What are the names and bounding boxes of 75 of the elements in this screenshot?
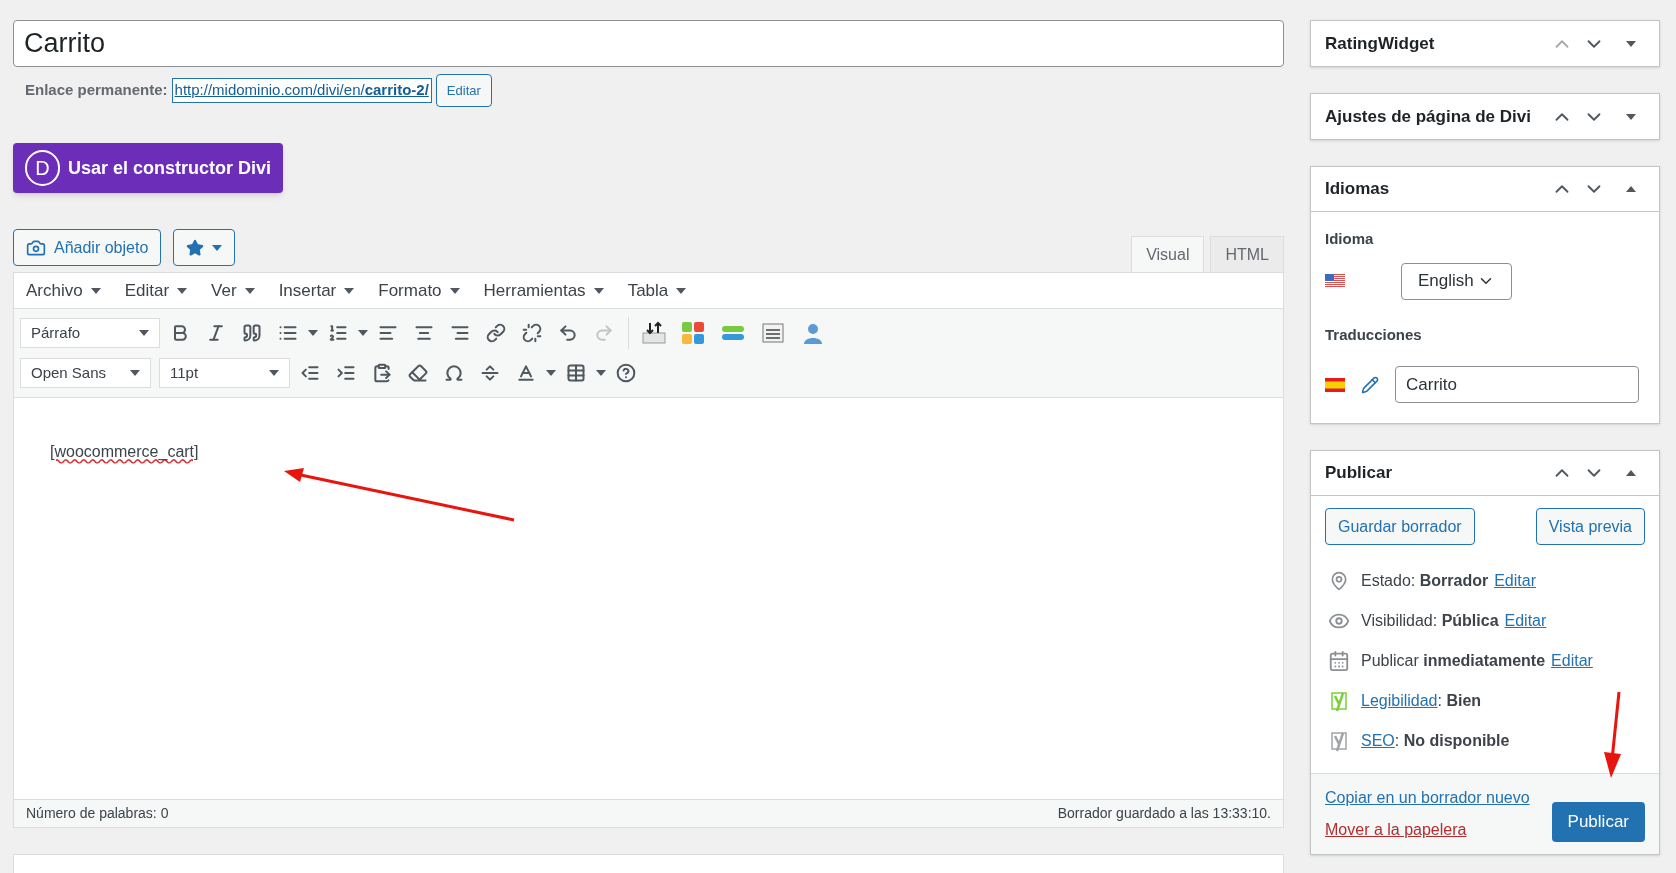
caret-icon xyxy=(546,370,556,376)
edit-link[interactable]: Editar xyxy=(1504,609,1547,633)
word-count: Número de palabras: 0 xyxy=(26,804,169,823)
menu-item[interactable]: Insertar xyxy=(278,277,355,304)
status-text: : Bien xyxy=(1437,691,1482,711)
import-export-icon[interactable] xyxy=(641,321,667,345)
rating-dropdown-button[interactable] xyxy=(173,229,236,266)
text-block-icon[interactable] xyxy=(761,322,785,344)
menu-item[interactable]: Archivo xyxy=(26,277,101,304)
menu-item[interactable]: Ver xyxy=(211,277,255,304)
caret-icon xyxy=(139,330,149,336)
caret-icon xyxy=(676,287,687,294)
edit-permalink-button[interactable]: Editar xyxy=(435,74,492,107)
toggle-bars-icon[interactable] xyxy=(721,323,745,343)
calendar-icon xyxy=(1328,650,1350,672)
field-label: Idioma xyxy=(1325,229,1375,249)
copy-draft-link[interactable]: Copiar en un borrador nuevo xyxy=(1325,786,1530,810)
pin-icon xyxy=(1329,571,1349,591)
autosave-status: Borrador guardado a las 13:33:10. xyxy=(1057,804,1271,823)
menu-item[interactable]: Tabla xyxy=(627,277,687,304)
caret-icon xyxy=(308,330,318,336)
trash-link[interactable]: Mover a la papelera xyxy=(1325,818,1530,842)
edit-translation-icon[interactable] xyxy=(1361,375,1379,394)
divi-builder-button[interactable]: D Usar el constructor Divi xyxy=(13,143,283,193)
status-text: Publicar inmediatamente xyxy=(1361,651,1546,671)
preview-button[interactable]: Vista previa xyxy=(1535,508,1645,545)
caret-icon xyxy=(358,330,368,336)
panel-title: Idiomas xyxy=(1325,178,1391,201)
save-draft-button[interactable]: Guardar borrador xyxy=(1325,508,1475,545)
menu-item[interactable]: Herramientas xyxy=(483,277,604,304)
menu-item[interactable]: Formato xyxy=(378,277,460,304)
font-size-select[interactable]: 11pt xyxy=(159,358,290,388)
field-label: Traducciones xyxy=(1325,324,1423,345)
caret-icon xyxy=(1626,113,1636,120)
edit-link[interactable]: Legibilidad xyxy=(1361,689,1438,713)
editor-tab[interactable]: HTML xyxy=(1210,236,1284,272)
caret-icon xyxy=(130,370,140,376)
caret-icon xyxy=(244,287,255,294)
status-text: : No disponible xyxy=(1394,731,1510,751)
translation-field[interactable]: Carrito xyxy=(1395,366,1639,403)
flag-icon xyxy=(1325,377,1345,392)
caret-icon xyxy=(90,287,101,294)
caret-icon xyxy=(1626,186,1636,192)
color-blocks-icon[interactable] xyxy=(681,321,705,345)
shortcode-text: [woocommerce_cart] xyxy=(50,443,199,460)
caret-icon xyxy=(1626,40,1636,47)
panel-title: RatingWidget xyxy=(1325,32,1436,55)
caret-icon xyxy=(596,370,606,376)
font-select[interactable]: Open Sans xyxy=(20,358,151,388)
publish-button[interactable]: Publicar xyxy=(1551,802,1645,842)
caret-icon xyxy=(269,370,279,376)
caret-icon xyxy=(344,287,355,294)
caret-icon xyxy=(177,287,188,294)
edit-link[interactable]: Editar xyxy=(1551,649,1593,673)
status-text: Visibilidad: Pública xyxy=(1361,611,1499,631)
permalink-label: Enlace permanente: xyxy=(25,80,168,101)
editor-tab[interactable]: Visual xyxy=(1131,236,1205,272)
panel-title: Ajustes de página de Divi xyxy=(1325,105,1532,128)
caret-icon xyxy=(1626,470,1636,476)
edit-link[interactable]: Editar xyxy=(1494,569,1536,593)
status-text: Estado: Borrador xyxy=(1361,571,1489,591)
language-select[interactable]: English xyxy=(1401,262,1512,300)
permalink-url[interactable]: http://midominio.com/divi/en/carrito-2/ xyxy=(171,78,432,103)
add-media-button[interactable]: Añadir objeto xyxy=(13,229,162,266)
panel-title: Publicar xyxy=(1325,462,1394,485)
edit-link[interactable]: SEO xyxy=(1361,729,1395,753)
title-field[interactable]: Carrito xyxy=(13,20,1284,67)
caret-icon xyxy=(593,287,604,294)
format-select[interactable]: Párrafo xyxy=(20,318,160,348)
menu-item[interactable]: Editar xyxy=(124,277,188,304)
caret-icon xyxy=(212,244,223,251)
star-icon xyxy=(186,238,205,257)
flag-icon xyxy=(1325,274,1345,288)
caret-icon xyxy=(449,287,460,294)
person-icon[interactable] xyxy=(801,321,825,345)
